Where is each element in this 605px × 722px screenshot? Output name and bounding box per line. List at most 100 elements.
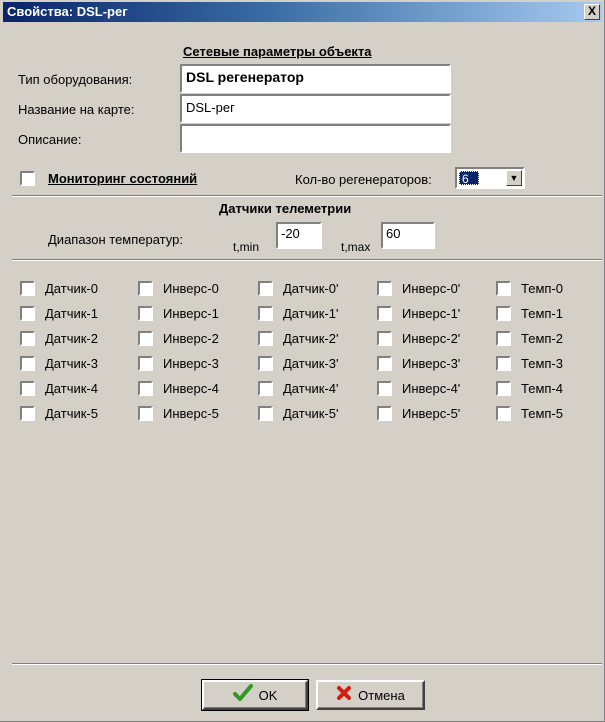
checkbox[interactable]: [258, 355, 273, 371]
checkbox[interactable]: [20, 355, 35, 371]
checkbox[interactable]: [138, 405, 153, 421]
sensor-checkbox-item[interactable]: Датчик-3': [258, 353, 338, 373]
checkbox[interactable]: [258, 280, 273, 296]
tmax-field[interactable]: 60: [381, 222, 435, 249]
ok-button[interactable]: OK: [201, 679, 309, 711]
checkbox[interactable]: [377, 405, 392, 421]
checkbox-label: Инверс-1: [163, 305, 219, 321]
checkbox[interactable]: [138, 305, 153, 321]
monitoring-checkbox[interactable]: [20, 171, 35, 186]
checkbox[interactable]: [377, 330, 392, 346]
sensor-checkbox-item[interactable]: Датчик-1': [258, 303, 338, 323]
cancel-button[interactable]: Отмена: [316, 680, 425, 710]
sensor-checkbox-item[interactable]: Инверс-3: [138, 353, 219, 373]
checkbox[interactable]: [496, 280, 511, 296]
sensor-checkbox-item[interactable]: Темп-4: [496, 378, 563, 398]
sensor-checkbox-item[interactable]: Инверс-3': [377, 353, 460, 373]
checkbox-label: Инверс-2': [402, 330, 461, 346]
checkbox[interactable]: [377, 305, 392, 321]
checkbox-label: Датчик-3': [283, 355, 339, 371]
regenerators-count-value: 6: [459, 171, 479, 186]
sensor-checkbox-item[interactable]: Датчик-3: [20, 353, 98, 373]
sensor-checkbox-item[interactable]: Инверс-2: [138, 328, 219, 348]
checkbox-label: Инверс-3: [163, 355, 219, 371]
separator: [12, 663, 602, 665]
sensor-checkbox-item[interactable]: Датчик-2': [258, 328, 338, 348]
checkbox[interactable]: [377, 280, 392, 296]
description-field[interactable]: [180, 124, 451, 153]
checkbox[interactable]: [258, 330, 273, 346]
checkbox-label: Датчик-5: [45, 405, 98, 421]
checkbox[interactable]: [138, 280, 153, 296]
checkbox-label: Темп-0: [521, 280, 563, 296]
sensor-checkbox-item[interactable]: Инверс-2': [377, 328, 460, 348]
checkbox-label: Инверс-2: [163, 330, 219, 346]
sensor-checkbox-item[interactable]: Инверс-1: [138, 303, 219, 323]
equipment-type-field[interactable]: DSL регенератор: [180, 64, 451, 93]
sensor-checkbox-item[interactable]: Темп-2: [496, 328, 563, 348]
sensor-checkbox-item[interactable]: Темп-5: [496, 403, 563, 423]
dropdown-arrow-icon[interactable]: ▼: [506, 170, 522, 186]
separator: [12, 195, 602, 197]
map-name-field[interactable]: DSL-рег: [180, 94, 451, 123]
checkbox[interactable]: [258, 380, 273, 396]
checkbox-label: Датчик-1: [45, 305, 98, 321]
checkbox[interactable]: [20, 305, 35, 321]
sensor-checkbox-item[interactable]: Инверс-4': [377, 378, 460, 398]
sensor-checkbox-item[interactable]: Темп-0: [496, 278, 563, 298]
checkbox[interactable]: [138, 330, 153, 346]
telemetry-heading: Датчики телеметрии: [219, 201, 352, 216]
cancel-button-label: Отмена: [358, 687, 405, 703]
checkbox[interactable]: [138, 380, 153, 396]
equipment-type-label: Тип оборудования:: [18, 72, 133, 87]
sensor-checkbox-item[interactable]: Датчик-2: [20, 328, 98, 348]
checkbox[interactable]: [258, 305, 273, 321]
sensor-checkbox-item[interactable]: Инверс-1': [377, 303, 460, 323]
sensor-checkbox-item[interactable]: Темп-3: [496, 353, 563, 373]
sensor-checkbox-item[interactable]: Датчик-5: [20, 403, 98, 423]
checkbox[interactable]: [377, 380, 392, 396]
checkbox[interactable]: [496, 380, 511, 396]
tmax-label: t,max: [341, 240, 371, 254]
checkbox[interactable]: [496, 405, 511, 421]
sensor-checkbox-item[interactable]: Инверс-5': [377, 403, 460, 423]
tmin-field[interactable]: -20: [276, 222, 322, 249]
checkbox[interactable]: [20, 380, 35, 396]
sensor-checkbox-item[interactable]: Датчик-1: [20, 303, 98, 323]
title-bar[interactable]: Свойства: DSL-рег X: [3, 2, 602, 22]
checkbox[interactable]: [258, 405, 273, 421]
checkbox-label: Темп-2: [521, 330, 563, 346]
close-button[interactable]: X: [584, 4, 600, 20]
window-title: Свойства: DSL-рег: [7, 4, 128, 19]
sensor-checkbox-item[interactable]: Инверс-4: [138, 378, 219, 398]
sensor-checkbox-item[interactable]: Инверс-5: [138, 403, 219, 423]
sensor-checkbox-item[interactable]: Датчик-5': [258, 403, 338, 423]
separator: [12, 259, 602, 261]
sensor-checkbox-item[interactable]: Датчик-0': [258, 278, 338, 298]
checkbox[interactable]: [20, 405, 35, 421]
checkbox-label: Темп-4: [521, 380, 563, 396]
sensor-checkbox-item[interactable]: Датчик-4': [258, 378, 338, 398]
checkbox-label: Инверс-4: [163, 380, 219, 396]
monitoring-label: Мониторинг состояний: [48, 171, 198, 186]
checkbox[interactable]: [138, 355, 153, 371]
checkbox-label: Инверс-1': [402, 305, 461, 321]
checkbox[interactable]: [496, 330, 511, 346]
checkbox[interactable]: [496, 355, 511, 371]
sensor-checkbox-item[interactable]: Датчик-4: [20, 378, 98, 398]
ok-button-label: OK: [258, 687, 278, 703]
map-name-label: Название на карте:: [18, 102, 135, 117]
checkbox[interactable]: [496, 305, 511, 321]
checkbox[interactable]: [377, 355, 392, 371]
regenerators-count-select[interactable]: 6 ▼: [455, 167, 525, 189]
sensor-checkbox-item[interactable]: Темп-1: [496, 303, 563, 323]
check-icon: [232, 683, 253, 707]
checkbox-label: Темп-3: [521, 355, 563, 371]
sensor-checkbox-item[interactable]: Датчик-0: [20, 278, 98, 298]
checkbox[interactable]: [20, 280, 35, 296]
checkbox-label: Инверс-0: [163, 280, 219, 296]
checkbox-label: Инверс-5: [163, 405, 219, 421]
sensor-checkbox-item[interactable]: Инверс-0': [377, 278, 460, 298]
checkbox[interactable]: [20, 330, 35, 346]
sensor-checkbox-item[interactable]: Инверс-0: [138, 278, 219, 298]
